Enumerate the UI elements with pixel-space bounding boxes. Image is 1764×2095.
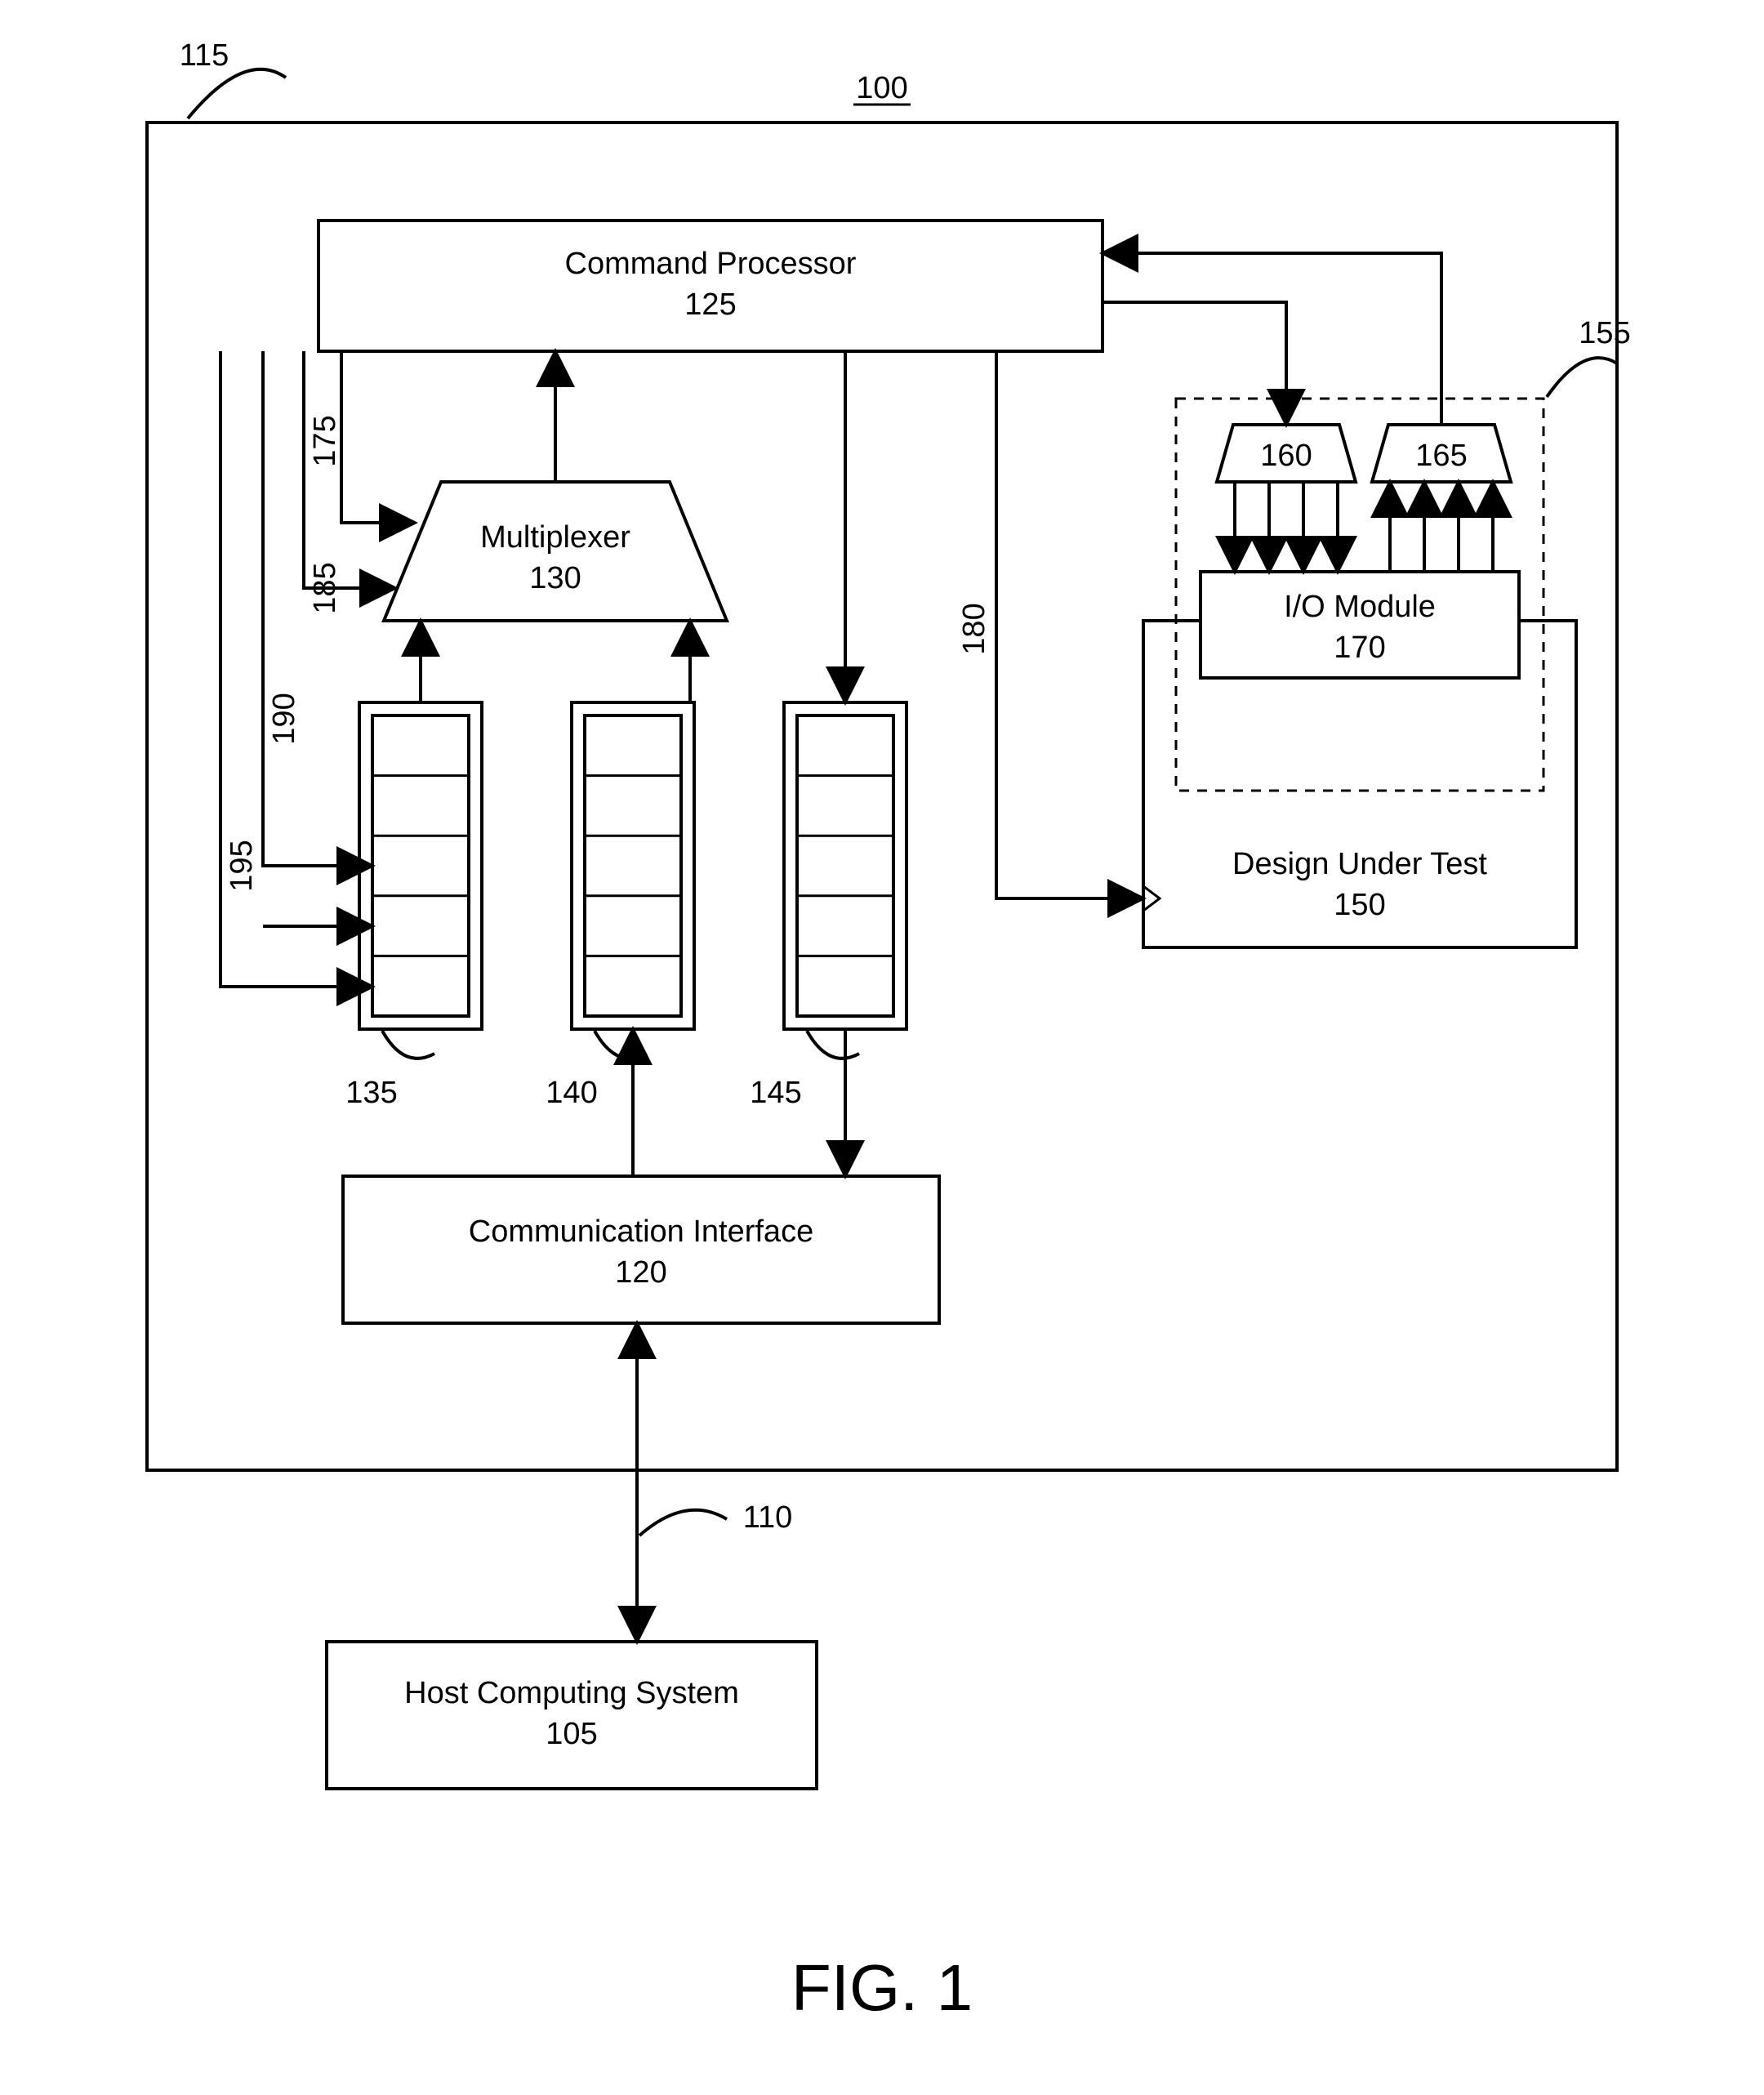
buffer-a: [359, 702, 482, 1029]
io-module-ref: 170: [1334, 631, 1385, 665]
comm-interface-ref: 120: [615, 1255, 666, 1290]
host-ref: 105: [546, 1717, 597, 1751]
wire-185: [304, 351, 395, 588]
multiplexer-label: Multiplexer: [480, 520, 630, 555]
ref-185: 185: [308, 562, 342, 613]
ref-195: 195: [225, 840, 259, 891]
leader-io-group: [1547, 358, 1617, 397]
io-module-label: I/O Module: [1284, 590, 1436, 624]
diagram-page: 115 100 Command Processor 125 Multiplexe…: [0, 0, 1764, 2095]
ref-110: 110: [743, 1500, 793, 1535]
command-processor-label: Command Processor: [565, 247, 857, 281]
comm-interface-label: Communication Interface: [469, 1215, 813, 1249]
ref-io-group: 155: [1579, 316, 1630, 350]
ref-190: 190: [267, 693, 301, 744]
design-under-test-ref: 150: [1334, 888, 1385, 922]
wire-180: [996, 351, 1143, 898]
command-processor-ref: 125: [684, 288, 736, 322]
comm-interface-box: [343, 1176, 939, 1323]
ref-175: 175: [308, 415, 342, 466]
buffer-b: [572, 702, 694, 1029]
trap-165-ref: 165: [1415, 439, 1467, 473]
leader-110: [639, 1510, 727, 1536]
buffer-a-leader: [382, 1031, 434, 1059]
ref-180: 180: [957, 603, 991, 654]
arrow-cmd-to-160: [1102, 302, 1286, 425]
host-label: Host Computing System: [404, 1676, 739, 1710]
buffer-c-ref: 145: [750, 1076, 801, 1110]
leader-outer: [188, 69, 286, 118]
wire-175: [341, 351, 415, 523]
command-processor-box: [318, 221, 1102, 351]
host-box: [327, 1642, 817, 1789]
buffer-c-leader: [807, 1031, 859, 1059]
buffer-b-leader: [595, 1031, 647, 1059]
buffer-a-ref: 135: [345, 1076, 397, 1110]
buffer-c: [784, 702, 906, 1029]
diagram-svg: 115 100 Command Processor 125 Multiplexe…: [0, 0, 1764, 2095]
ref-top: 100: [856, 71, 907, 105]
buffer-b-ref: 140: [546, 1076, 597, 1110]
ref-outer: 115: [180, 38, 229, 73]
design-under-test-label: Design Under Test: [1232, 847, 1487, 881]
multiplexer-ref: 130: [529, 561, 581, 595]
figure-caption: FIG. 1: [791, 1951, 973, 2024]
trap-160-ref: 160: [1260, 439, 1312, 473]
